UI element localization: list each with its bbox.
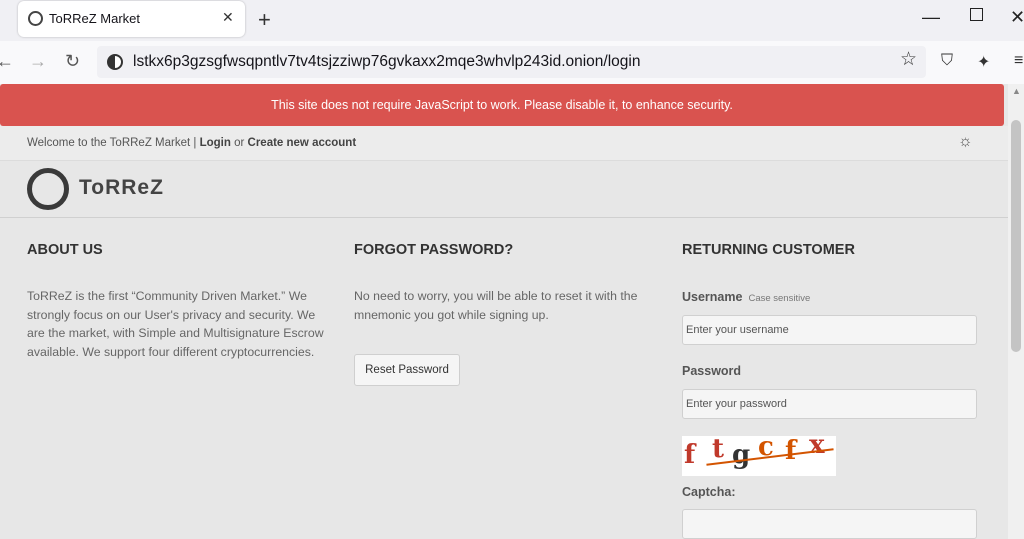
tab-bar: ToRReZ Market ✕ + — ✕ xyxy=(0,0,1024,41)
about-heading: ABOUT US xyxy=(27,242,103,258)
logo-ring-icon[interactable] xyxy=(27,168,69,210)
password-label: Password xyxy=(682,364,742,378)
reload-icon[interactable]: ↻ xyxy=(65,51,80,72)
close-tab-icon[interactable]: ✕ xyxy=(222,9,234,26)
reset-password-button[interactable]: Reset Password xyxy=(354,354,460,386)
forgot-password-heading: FORGOT PASSWORD? xyxy=(354,242,514,258)
back-icon[interactable]: ← xyxy=(0,51,14,72)
theme-toggle-icon[interactable]: ☼ xyxy=(958,133,973,151)
bookmark-star-icon[interactable]: ☆ xyxy=(900,48,917,71)
case-sensitive-hint: Case sensitive xyxy=(748,293,811,304)
page-scrollbar[interactable]: ▲ xyxy=(1008,84,1024,539)
captcha-char: g xyxy=(732,440,751,470)
username-label: Username Case sensitive xyxy=(682,290,810,304)
captcha-char: x xyxy=(809,436,825,460)
logo-text[interactable]: ToRReZ xyxy=(79,176,164,200)
create-account-link[interactable]: Create new account xyxy=(248,137,357,149)
or-text: or xyxy=(234,137,245,149)
welcome-text: Welcome to the ToRReZ Market | xyxy=(27,137,197,149)
forward-icon[interactable]: → xyxy=(29,51,47,72)
password-input[interactable] xyxy=(682,389,977,419)
captcha-label: Captcha: xyxy=(682,485,736,499)
address-bar[interactable]: lstkx6p3gzsgfwsqpntlv7tv4tsjzziwp76gvkax… xyxy=(97,46,926,78)
username-label-text: Username xyxy=(682,290,743,304)
maximize-icon[interactable] xyxy=(970,8,983,21)
header-divider xyxy=(0,217,1008,218)
navigation-bar: ← → ↻ lstkx6p3gzsgfwsqpntlv7tv4tsjzziwp7… xyxy=(0,41,1024,84)
login-link[interactable]: Login xyxy=(200,137,231,149)
captcha-char: t xyxy=(712,436,725,464)
captcha-image: f t g c f x xyxy=(682,436,836,476)
captcha-char: f xyxy=(684,440,696,470)
browser-tab[interactable]: ToRReZ Market ✕ xyxy=(18,1,245,37)
welcome-message: Welcome to the ToRReZ Market | Login or … xyxy=(27,137,356,149)
javascript-alert: This site does not require JavaScript to… xyxy=(0,84,1004,126)
page-content: This site does not require JavaScript to… xyxy=(0,84,1008,539)
captcha-char: f xyxy=(785,436,797,466)
shield-icon[interactable]: ⛉ xyxy=(941,52,953,70)
top-info-bar: Welcome to the ToRReZ Market | Login or … xyxy=(0,126,1008,161)
site-favicon-icon xyxy=(28,11,43,26)
scrollbar-thumb[interactable] xyxy=(1011,120,1021,352)
onion-icon xyxy=(107,54,123,70)
tab-title: ToRReZ Market xyxy=(49,11,141,26)
scroll-up-icon[interactable]: ▲ xyxy=(1012,86,1021,96)
url-text[interactable]: lstkx6p3gzsgfwsqpntlv7tv4tsjzziwp76gvkax… xyxy=(133,53,640,71)
new-tab-icon[interactable]: + xyxy=(258,7,271,33)
username-input[interactable] xyxy=(682,315,977,345)
new-identity-icon[interactable]: ✦ xyxy=(977,52,990,72)
close-window-icon[interactable]: ✕ xyxy=(1010,7,1024,28)
forgot-password-text: No need to worry, you will be able to re… xyxy=(354,289,638,322)
menu-icon[interactable]: ≡ xyxy=(1014,52,1023,70)
returning-customer-heading: RETURNING CUSTOMER xyxy=(682,242,855,258)
minimize-icon[interactable]: — xyxy=(922,7,940,28)
about-text: ToRReZ is the first “Community Driven Ma… xyxy=(27,289,324,359)
captcha-input[interactable] xyxy=(682,509,977,539)
